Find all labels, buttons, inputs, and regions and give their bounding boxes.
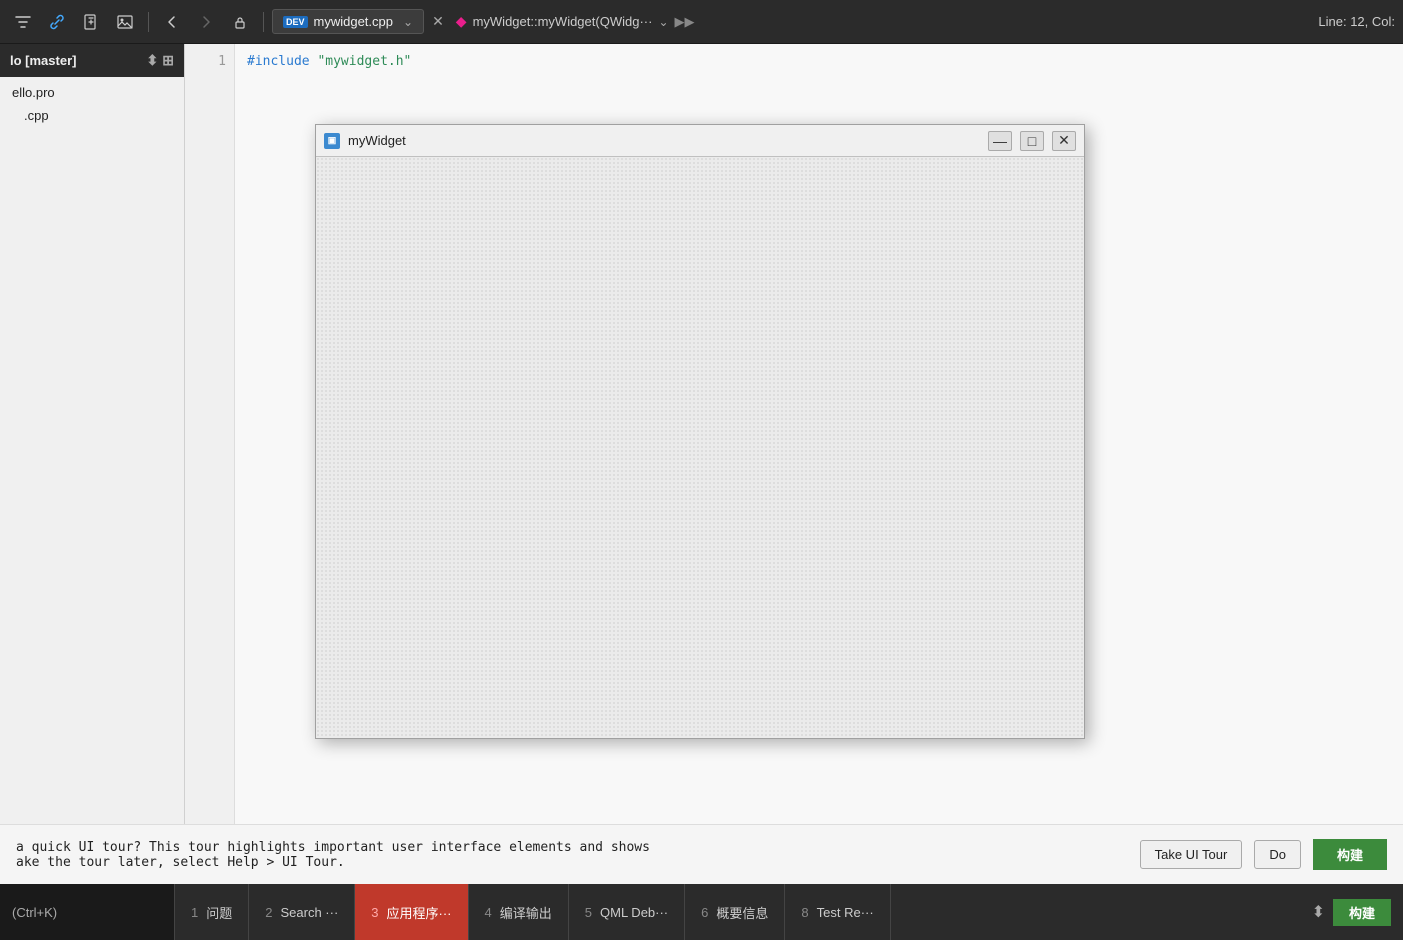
left-sidebar: lo [master] ⬍ ⊞ ello.pro .cpp ⬍ ⊞ bbox=[0, 44, 185, 884]
function-breadcrumb: ◆ myWidget::myWidget(QWidg··· ⌄ ▶▶ bbox=[456, 13, 695, 30]
function-dropdown-icon[interactable]: ⌄ bbox=[658, 15, 668, 29]
close-tab-button[interactable]: ✕ bbox=[432, 13, 444, 30]
separator-2 bbox=[263, 12, 264, 32]
lock-icon[interactable] bbox=[225, 7, 255, 37]
sidebar-tree: ello.pro .cpp bbox=[0, 77, 184, 824]
take-ui-tour-button[interactable]: Take UI Tour bbox=[1140, 840, 1243, 869]
status-updown-icon[interactable]: ⬍ bbox=[1312, 902, 1325, 922]
widget-window[interactable]: ▣ myWidget — □ ✕ bbox=[315, 124, 1085, 739]
widget-title-text: myWidget bbox=[348, 133, 980, 148]
filter-icon[interactable] bbox=[8, 7, 38, 37]
sidebar-updown-icon[interactable]: ⬍ bbox=[147, 52, 159, 69]
sidebar-item-ello-pro[interactable]: ello.pro bbox=[0, 81, 184, 104]
status-tab-app[interactable]: 3 应用程序··· bbox=[355, 884, 468, 940]
sidebar-grid-icon[interactable]: ⊞ bbox=[162, 52, 174, 69]
tab-compile-label: 编译输出 bbox=[500, 903, 552, 922]
link-icon[interactable] bbox=[42, 7, 72, 37]
status-tab-compile[interactable]: 4 编译输出 bbox=[469, 884, 569, 940]
include-string: "mywidget.h" bbox=[317, 54, 411, 69]
tab-test-label: Test Re··· bbox=[817, 905, 874, 920]
tab-qml-label: QML Deb··· bbox=[600, 905, 668, 920]
do-button[interactable]: Do bbox=[1254, 840, 1301, 869]
file-tab[interactable]: DEV mywidget.cpp ⌄ bbox=[272, 9, 424, 34]
sidebar-header-icons: ⬍ ⊞ bbox=[147, 52, 174, 69]
tab-app-label: 应用程序··· bbox=[387, 903, 452, 922]
status-right: ⬍ 构建 bbox=[1300, 884, 1403, 940]
forward-button[interactable] bbox=[191, 7, 221, 37]
tab-app-num: 3 bbox=[371, 905, 378, 920]
main-area: lo [master] ⬍ ⊞ ello.pro .cpp ⬍ ⊞ 1 bbox=[0, 44, 1403, 884]
widget-titlebar: ▣ myWidget — □ ✕ bbox=[316, 125, 1084, 157]
sidebar-item-cpp[interactable]: .cpp bbox=[0, 104, 184, 127]
notification-bar: a quick UI tour? This tour highlights im… bbox=[0, 824, 1403, 884]
build-button[interactable]: 构建 bbox=[1333, 899, 1391, 926]
editor-content[interactable]: 1 #include #include "mywidget.h""mywidge… bbox=[185, 44, 1403, 884]
widget-maximize-button[interactable]: □ bbox=[1020, 131, 1044, 151]
image-icon[interactable] bbox=[110, 7, 140, 37]
tab-overview-label: 概要信息 bbox=[716, 903, 768, 922]
notification-text: a quick UI tour? This tour highlights im… bbox=[16, 840, 1128, 870]
file-tab-dropdown-icon[interactable]: ⌄ bbox=[403, 15, 413, 29]
status-tab-test[interactable]: 8 Test Re··· bbox=[785, 884, 890, 940]
tab-qml-num: 5 bbox=[585, 905, 592, 920]
line-col-indicator: Line: 12, Col: bbox=[1318, 14, 1395, 29]
status-tab-qml[interactable]: 5 QML Deb··· bbox=[569, 884, 685, 940]
widget-close-button[interactable]: ✕ bbox=[1052, 131, 1076, 151]
widget-minimize-button[interactable]: — bbox=[988, 131, 1012, 151]
add-file-icon[interactable] bbox=[76, 7, 106, 37]
line-numbers-gutter: 1 bbox=[185, 44, 235, 884]
function-diamond-icon: ◆ bbox=[456, 13, 467, 30]
top-toolbar: DEV mywidget.cpp ⌄ ✕ ◆ myWidget::myWidge… bbox=[0, 0, 1403, 44]
status-tab-search[interactable]: 2 Search ··· bbox=[249, 884, 355, 940]
project-title: lo [master] bbox=[10, 53, 76, 68]
tab-overview-num: 6 bbox=[701, 905, 708, 920]
tab-test-num: 8 bbox=[801, 905, 808, 920]
build-right-button[interactable]: 构建 bbox=[1313, 839, 1387, 870]
widget-title-icon: ▣ bbox=[324, 133, 340, 149]
tab-search-label: Search ··· bbox=[280, 905, 338, 920]
dev-badge: DEV bbox=[283, 16, 308, 28]
status-tab-overview[interactable]: 6 概要信息 bbox=[685, 884, 785, 940]
editor-area: 1 #include #include "mywidget.h""mywidge… bbox=[185, 44, 1403, 884]
back-button[interactable] bbox=[157, 7, 187, 37]
status-tab-issues[interactable]: 1 问题 bbox=[175, 884, 249, 940]
search-shortcut-label: (Ctrl+K) bbox=[12, 905, 57, 920]
tab-compile-num: 4 bbox=[485, 905, 492, 920]
sidebar-header: lo [master] ⬍ ⊞ bbox=[0, 44, 184, 77]
function-name: myWidget::myWidget(QWidg··· bbox=[473, 14, 653, 29]
notification-line1: a quick UI tour? This tour highlights im… bbox=[16, 840, 1128, 855]
file-tab-name: mywidget.cpp bbox=[314, 14, 393, 29]
status-search-box[interactable]: (Ctrl+K) bbox=[0, 884, 175, 940]
widget-icon-text: ▣ bbox=[328, 135, 337, 146]
tab-issues-label: 问题 bbox=[206, 903, 232, 922]
tab-issues-num: 1 bbox=[191, 905, 198, 920]
line-number-1: 1 bbox=[218, 52, 226, 72]
breadcrumb-arrows-icon: ▶▶ bbox=[675, 14, 695, 30]
tab-search-num: 2 bbox=[265, 905, 272, 920]
widget-body bbox=[316, 157, 1084, 738]
include-keyword: #include bbox=[247, 54, 317, 69]
notification-line2: ake the tour later, select Help > UI Tou… bbox=[16, 855, 1128, 870]
separator-1 bbox=[148, 12, 149, 32]
status-bar: (Ctrl+K) 1 问题 2 Search ··· 3 应用程序··· 4 编… bbox=[0, 884, 1403, 940]
